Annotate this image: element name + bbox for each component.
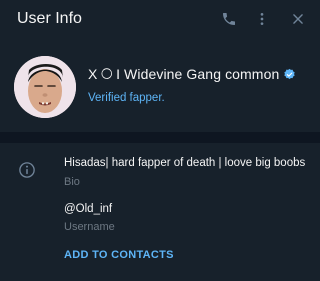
user-info-window: User Info X 🌕 I Widevine Gang common Ver… [0,0,320,281]
add-to-contacts-button[interactable]: ADD TO CONTACTS [64,249,174,261]
username-label: Username [64,221,115,233]
verified-badge-icon [283,68,296,81]
close-icon [293,14,303,24]
info-icon [18,161,36,179]
bio-text: Hisadas| hard fapper of death | loove bi… [64,157,306,169]
username-text[interactable]: @Old_inf [64,203,112,215]
call-button[interactable] [218,8,240,30]
info-section: Hisadas| hard fapper of death | loove bi… [0,143,320,281]
bio-label: Bio [64,176,80,188]
display-name-row: X 🌕 I Widevine Gang common [88,66,296,82]
header: User Info [0,0,320,40]
avatar[interactable] [14,56,76,118]
profile-section: X 🌕 I Widevine Gang common Verified fapp… [0,40,320,132]
section-divider [0,132,320,143]
close-button[interactable] [287,8,309,30]
display-name: I Widevine Gang common [116,66,280,82]
more-options-button[interactable] [251,8,273,30]
name-emoji: 🌕 [100,67,114,81]
phone-icon [223,13,235,25]
display-name-prefix: X [88,66,98,82]
user-status: Verified fapper. [88,92,165,104]
more-vertical-icon [260,13,264,25]
window-title: User Info [17,10,82,27]
avatar-photo-icon [14,56,76,118]
